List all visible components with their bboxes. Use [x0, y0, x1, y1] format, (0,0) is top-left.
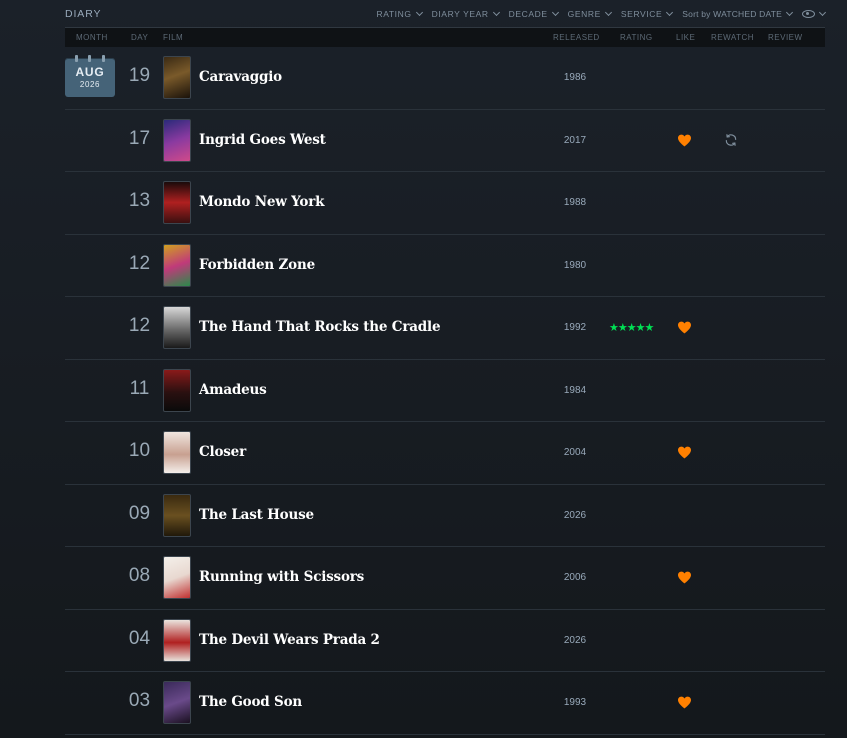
film-poster[interactable]: [163, 368, 191, 412]
calendar-year: 2026: [79, 80, 101, 89]
film-title[interactable]: The Devil Wears Prada 2: [199, 632, 380, 648]
chevron-down-icon: [492, 8, 500, 16]
chevron-down-icon: [604, 8, 612, 16]
col-like: LIKE: [676, 33, 696, 42]
film-poster[interactable]: [163, 181, 191, 224]
entry-day[interactable]: 12: [122, 315, 157, 337]
col-month: MONTH: [76, 33, 108, 42]
film-title[interactable]: The Good Son: [199, 694, 302, 710]
release-year[interactable]: 2026: [550, 635, 600, 646]
diary-entry-row[interactable]: 12 The Hand That Rocks the Cradle 1992 ★★★★…: [65, 297, 825, 360]
diary-entry-row[interactable]: 11 Amadeus 1984: [65, 360, 825, 422]
release-year[interactable]: 1984: [550, 385, 600, 396]
release-year[interactable]: 1986: [550, 72, 600, 83]
diary-entry-row[interactable]: 04 The Devil Wears Prada 2 2026: [65, 610, 825, 672]
entry-day[interactable]: 04: [122, 628, 157, 650]
film-title[interactable]: Mondo New York: [199, 194, 324, 210]
heart-icon[interactable]: [677, 321, 692, 334]
chevron-down-icon: [785, 8, 794, 16]
diary-title: DIARY: [65, 7, 102, 20]
entry-day[interactable]: 11: [122, 378, 157, 400]
film-poster[interactable]: [163, 118, 191, 162]
diary-entry-row[interactable]: 13 Mondo New York 1988: [65, 172, 825, 235]
film-poster[interactable]: [163, 56, 191, 99]
star-rating: ★★★★★: [609, 322, 654, 334]
heart-icon[interactable]: [677, 571, 692, 584]
filter-rating[interactable]: RATING: [377, 8, 423, 19]
release-year[interactable]: 1980: [550, 260, 600, 271]
film-title[interactable]: Forbidden Zone: [199, 257, 315, 273]
calendar-month: AUG: [75, 65, 105, 79]
col-day: DAY: [131, 33, 149, 42]
col-rating: RATING: [620, 33, 653, 42]
filter-bar: DIARY RATING DIARY YEAR DECADE GENRE SER…: [65, 0, 827, 28]
diary-entry-row[interactable]: 03 The Good Son 1993: [65, 672, 825, 735]
diary-entry-row[interactable]: AUG 2026 19 Caravaggio 1986: [65, 47, 825, 110]
film-title[interactable]: The Hand That Rocks the Cradle: [199, 319, 441, 335]
film-title[interactable]: Closer: [199, 444, 246, 460]
release-year[interactable]: 2006: [550, 572, 600, 583]
entry-day[interactable]: 13: [122, 190, 157, 212]
rewatch-icon[interactable]: [724, 133, 738, 147]
filter-genre[interactable]: GENRE: [568, 8, 612, 19]
heart-icon[interactable]: [677, 134, 692, 147]
film-poster[interactable]: [163, 243, 191, 287]
film-title[interactable]: Caravaggio: [199, 69, 282, 85]
diary-entry-row[interactable]: 10 Closer 2004: [65, 422, 825, 485]
filter-list: RATING DIARY YEAR DECADE GENRE SERVICE S…: [377, 8, 827, 19]
diary-list: AUG 2026 19 Caravaggio 1986 17 Ingrid Goes Wes…: [65, 47, 825, 735]
film-poster[interactable]: [163, 306, 191, 349]
film-poster[interactable]: [163, 681, 191, 724]
filter-diary-year[interactable]: DIARY YEAR: [432, 8, 500, 19]
visibility-toggle[interactable]: [802, 8, 827, 18]
chevron-down-icon: [818, 8, 827, 16]
col-released: RELEASED: [553, 33, 600, 42]
heart-icon[interactable]: [677, 446, 692, 459]
film-title[interactable]: The Last House: [199, 507, 314, 523]
heart-icon[interactable]: [677, 696, 692, 709]
diary-entry-row[interactable]: 09 The Last House 2026: [65, 485, 825, 547]
eye-icon: [802, 9, 815, 18]
film-poster[interactable]: [163, 431, 191, 474]
release-year[interactable]: 2004: [550, 447, 600, 458]
release-year[interactable]: 2026: [550, 510, 600, 521]
column-header: MONTH DAY FILM RELEASED RATING LIKE REWA…: [65, 28, 825, 47]
release-year[interactable]: 1992: [550, 322, 600, 333]
calendar-ring: [88, 55, 91, 62]
entry-day[interactable]: 03: [122, 690, 157, 712]
release-year[interactable]: 2017: [550, 135, 600, 146]
film-poster[interactable]: [163, 618, 191, 662]
chevron-down-icon: [415, 8, 423, 16]
entry-day[interactable]: 10: [122, 440, 157, 462]
entry-day[interactable]: 19: [122, 65, 157, 87]
film-title[interactable]: Running with Scissors: [199, 569, 364, 585]
filter-service[interactable]: SERVICE: [621, 8, 674, 19]
col-review: REVIEW: [768, 33, 803, 42]
film-title[interactable]: Amadeus: [199, 382, 267, 398]
release-year[interactable]: 1993: [550, 697, 600, 708]
release-year[interactable]: 1988: [550, 197, 600, 208]
film-poster[interactable]: [163, 493, 191, 537]
filter-decade[interactable]: DECADE: [509, 8, 559, 19]
sort-dropdown[interactable]: Sort by WATCHED DATE: [682, 8, 794, 19]
diary-panel: DIARY RATING DIARY YEAR DECADE GENRE SER…: [65, 0, 827, 735]
col-rewatch: REWATCH: [711, 33, 755, 42]
diary-entry-row[interactable]: 17 Ingrid Goes West 2017: [65, 110, 825, 172]
entry-day[interactable]: 17: [122, 128, 157, 150]
entry-day[interactable]: 12: [122, 253, 157, 275]
film-title[interactable]: Ingrid Goes West: [199, 132, 326, 148]
diary-entry-row[interactable]: 12 Forbidden Zone 1980: [65, 235, 825, 297]
entry-day[interactable]: 09: [122, 503, 157, 525]
diary-entry-row[interactable]: 08 Running with Scissors 2006: [65, 547, 825, 610]
entry-day[interactable]: 08: [122, 565, 157, 587]
chevron-down-icon: [666, 8, 674, 16]
chevron-down-icon: [551, 8, 559, 16]
col-film: FILM: [163, 33, 184, 42]
calendar-month-badge[interactable]: AUG 2026: [65, 55, 115, 97]
film-poster[interactable]: [163, 556, 191, 599]
